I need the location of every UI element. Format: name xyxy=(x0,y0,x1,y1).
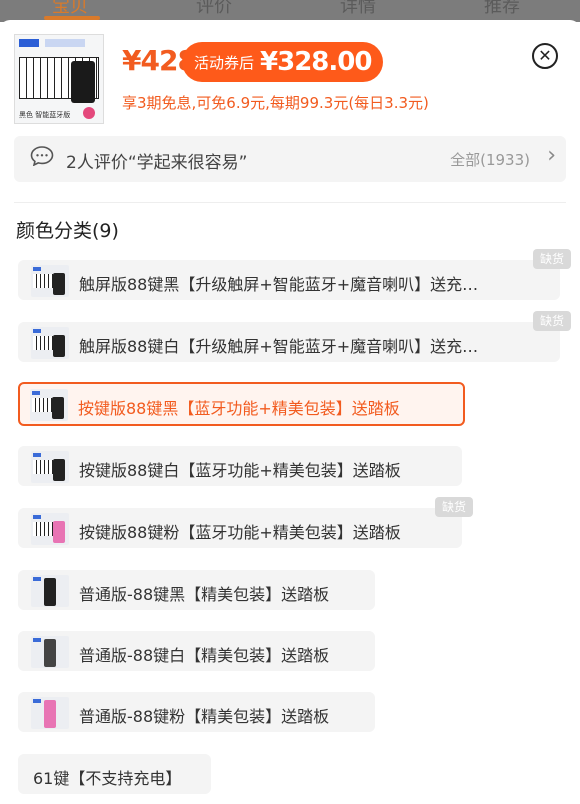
background-tab-bar: 宝贝 评价 详情 推荐 xyxy=(0,0,580,22)
option-61-keys[interactable]: 61键【不支持充电】 xyxy=(18,754,211,794)
brand-badge xyxy=(19,39,39,47)
option-button-black[interactable]: 按键版88键黑【蓝牙功能+精美包装】送踏板 xyxy=(18,382,465,426)
option-label: 触屏版88键黑【升级触屏+智能蓝牙+魔音喇叭】送充… xyxy=(79,275,479,294)
speaker-image xyxy=(71,61,95,103)
divider xyxy=(14,202,566,203)
review-summary-bar[interactable]: 2人评价“学起来很容易” 全部(1933) › xyxy=(14,136,566,182)
chevron-right-icon: › xyxy=(547,143,556,168)
option-label: 普通版-88键粉【精美包装】送踏板 xyxy=(79,707,330,726)
option-thumbnail xyxy=(31,697,69,729)
close-circle-icon: ✕ xyxy=(538,46,552,65)
coupon-price-badge: 活动券后 ¥328.00 xyxy=(182,42,384,82)
installment-info: 享3期免息,可免6.9元,每期99.3元(每日3.3元) xyxy=(122,94,429,112)
option-label: 按键版88键白【蓝牙功能+精美包装】送踏板 xyxy=(79,461,401,480)
product-thumbnail[interactable]: 黑色 智能蓝牙版 xyxy=(14,34,104,124)
option-button-white[interactable]: 按键版88键白【蓝牙功能+精美包装】送踏板 xyxy=(18,446,462,486)
option-label: 触屏版88键白【升级触屏+智能蓝牙+魔音喇叭】送充… xyxy=(79,337,479,356)
option-label: 按键版88键粉【蓝牙功能+精美包装】送踏板 xyxy=(79,523,401,542)
option-thumbnail xyxy=(31,513,69,545)
tab-reviews: 评价 xyxy=(196,0,232,17)
option-label: 普通版-88键白【精美包装】送踏板 xyxy=(79,646,330,665)
option-thumbnail xyxy=(31,451,69,483)
option-touch-white[interactable]: 触屏版88键白【升级触屏+智能蓝牙+魔音喇叭】送充… 缺货 xyxy=(18,311,571,362)
thumbnail-caption: 黑色 智能蓝牙版 xyxy=(19,111,71,119)
color-category-title: 颜色分类(9) xyxy=(16,220,119,242)
out-of-stock-badge: 缺货 xyxy=(434,497,473,517)
coupon-price: ¥328.00 xyxy=(260,47,372,77)
option-basic-white[interactable]: 普通版-88键白【精美包装】送踏板 xyxy=(18,631,375,671)
option-basic-black[interactable]: 普通版-88键黑【精美包装】送踏板 xyxy=(18,570,375,610)
out-of-stock-badge: 缺货 xyxy=(532,249,571,269)
coupon-label: 活动券后 xyxy=(194,53,255,72)
option-thumbnail xyxy=(30,389,68,421)
option-touch-black[interactable]: 触屏版88键黑【升级触屏+智能蓝牙+魔音喇叭】送充… 缺货 xyxy=(18,249,571,300)
option-label: 61键【不支持充电】 xyxy=(33,769,182,788)
chat-bubble-icon xyxy=(30,146,54,166)
tab-recommend: 推荐 xyxy=(484,0,520,17)
option-button-pink[interactable]: 按键版88键粉【蓝牙功能+精美包装】送踏板 缺货 xyxy=(18,497,473,548)
option-thumbnail xyxy=(31,265,69,297)
review-snippet: 2人评价“学起来很容易” xyxy=(66,153,248,173)
option-label: 普通版-88键黑【精美包装】送踏板 xyxy=(79,585,330,604)
all-reviews-link[interactable]: 全部(1933) xyxy=(450,149,530,170)
close-button[interactable]: ✕ xyxy=(532,43,558,69)
sku-selector-sheet: 黑色 智能蓝牙版 ¥428 活动券后 ¥328.00 享3期免息,可免6.9元,… xyxy=(0,20,580,804)
option-basic-pink[interactable]: 普通版-88键粉【精美包装】送踏板 xyxy=(18,692,375,732)
option-thumbnail xyxy=(31,636,69,668)
option-thumbnail xyxy=(31,327,69,359)
option-label: 按键版88键黑【蓝牙功能+精美包装】送踏板 xyxy=(78,399,400,418)
tab-details: 详情 xyxy=(340,0,376,17)
out-of-stock-badge: 缺货 xyxy=(532,311,571,331)
option-thumbnail xyxy=(31,575,69,607)
thumbnail-dot xyxy=(83,107,95,119)
brand-badge-secondary xyxy=(45,39,85,47)
